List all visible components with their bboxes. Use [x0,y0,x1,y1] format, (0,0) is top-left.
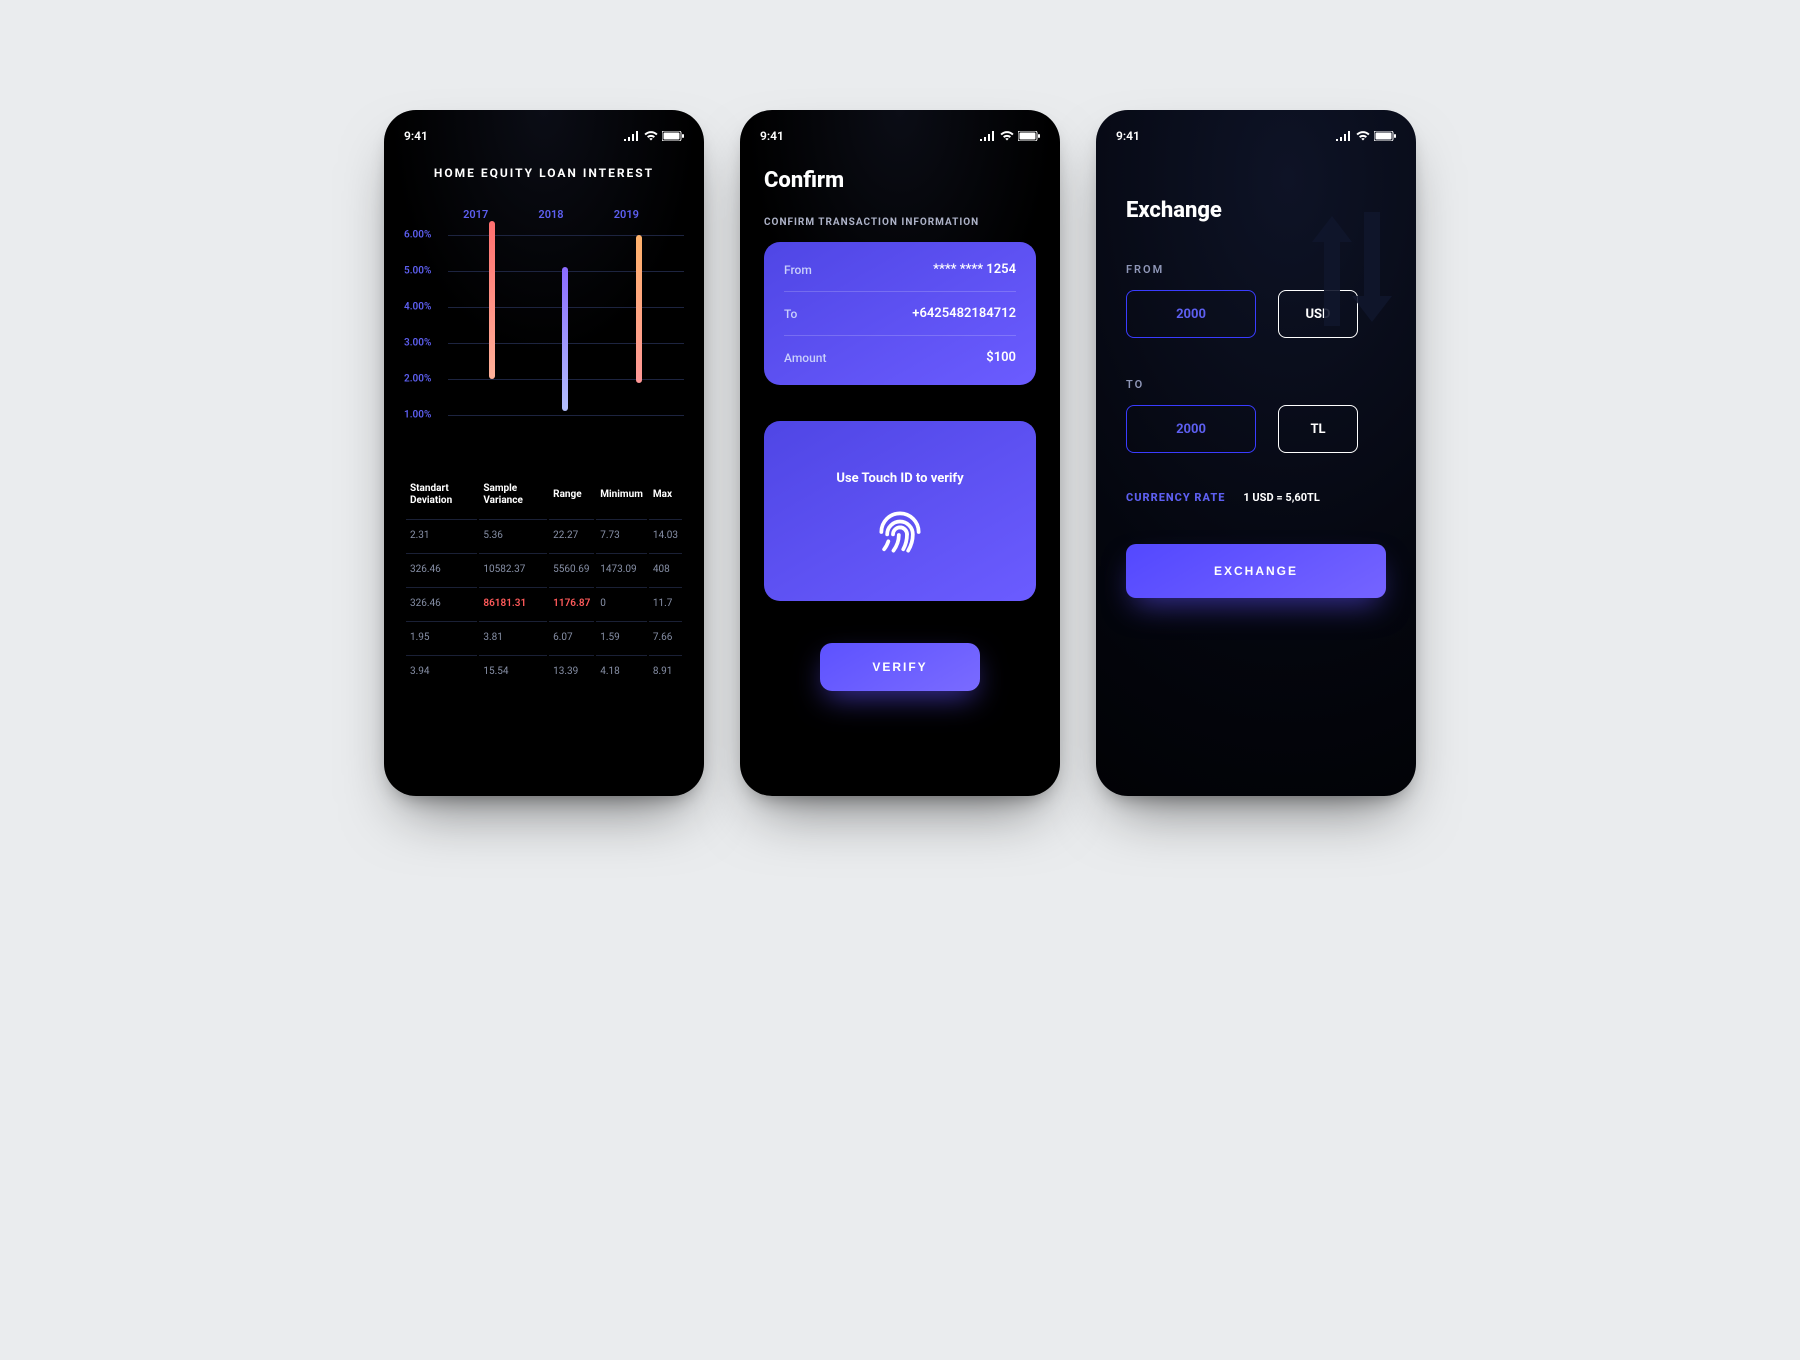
status-bar: 9:41 [1096,110,1416,150]
status-time: 9:41 [1116,129,1140,143]
y-tick: 4.00% [404,302,431,313]
battery-icon [1374,131,1396,141]
table-row: 2.315.3622.277.7314.03 [406,519,682,551]
table-cell: 1473.09 [596,553,647,585]
table-cell: 3.81 [479,621,547,653]
table-cell: 7.66 [649,621,682,653]
label: To [784,307,797,321]
wifi-icon [1356,131,1370,141]
table-cell: 86181.31 [479,587,547,619]
value: +642548218471​2 [912,306,1016,321]
screen-home-equity: 9:41 HOME EQUITY LOAN INTEREST 2017 2018… [384,110,704,796]
y-tick: 2.00% [404,374,431,385]
th: Range [549,477,594,517]
section-label: CONFIRM TRANSACTION INFORMATION [764,217,1036,228]
table-cell: 10582.37 [479,553,547,585]
page-title: HOME EQUITY LOAN INTEREST [384,166,704,180]
year-label: 2017 [463,208,488,221]
th: Sample Variance [479,477,547,517]
table-cell: 1176.87 [549,587,594,619]
card-row-amount: Amount $100 [784,335,1016,379]
transaction-card: From **** **** 1254 To +642548218471​2 A… [764,242,1036,385]
stats-table: Standart Deviation Sample Variance Range… [404,475,684,689]
signal-icon [1336,131,1352,141]
rate-value: 1 USD = 5,60TL [1243,491,1319,504]
bar-2017 [489,221,495,379]
table-row: 326.4686181.311176.87011.7 [406,587,682,619]
table-cell: 1.95 [406,621,477,653]
table-cell: 5.36 [479,519,547,551]
table-cell: 13.39 [549,655,594,687]
table-cell: 326.46 [406,553,477,585]
table-cell: 3.94 [406,655,477,687]
fingerprint-icon [872,504,928,560]
table-cell: 22.27 [549,519,594,551]
card-row-to: To +642548218471​2 [784,291,1016,335]
wifi-icon [1000,131,1014,141]
th: Max [649,477,682,517]
table-cell: 0 [596,587,647,619]
signal-icon [624,131,640,141]
table-cell: 15.54 [479,655,547,687]
exchange-arrows-icon [1302,184,1402,354]
gridline [448,415,684,416]
year-label: 2018 [538,208,563,221]
rate-label: CURRENCY RATE [1126,491,1225,504]
to-label: TO [1126,378,1386,391]
bar-2018 [562,267,568,411]
table-cell: 11.7 [649,587,682,619]
y-tick: 3.00% [404,338,431,349]
gridline [448,235,684,236]
screen-confirm: 9:41 Confirm CONFIRM TRANSACTION INFORMA… [740,110,1060,796]
chart-x-labels: 2017 2018 2019 [438,208,664,221]
table-cell: 14.03 [649,519,682,551]
screen-exchange: 9:41 Exchange FROM 2000 USD TO 2000 TL C [1096,110,1416,796]
to-amount-input[interactable]: 2000 [1126,405,1256,453]
battery-icon [662,131,684,141]
value: $100 [986,350,1016,365]
bar-2019 [636,235,642,383]
y-tick: 5.00% [404,266,431,277]
page-title: Confirm [764,168,1036,193]
table-cell: 7.73 [596,519,647,551]
status-time: 9:41 [760,129,784,143]
status-bar: 9:41 [384,110,704,150]
table-row: 1.953.816.071.597.66 [406,621,682,653]
status-icons [624,131,684,141]
status-bar: 9:41 [740,110,1060,150]
th: Standart Deviation [406,477,477,517]
currency-rate: CURRENCY RATE 1 USD = 5,60TL [1126,491,1386,504]
chart-area: 6.00% 5.00% 4.00% 3.00% 2.00% 1.00% [404,227,684,447]
battery-icon [1018,131,1040,141]
table-cell: 5560.69 [549,553,594,585]
from-amount-input[interactable]: 2000 [1126,290,1256,338]
status-icons [980,131,1040,141]
exchange-button[interactable]: EXCHANGE [1126,544,1386,598]
label: From [784,263,812,277]
table-cell: 4.18 [596,655,647,687]
status-icons [1336,131,1396,141]
status-time: 9:41 [404,129,428,143]
table-cell: 6.07 [549,621,594,653]
table-cell: 408 [649,553,682,585]
year-label: 2019 [614,208,639,221]
table-cell: 326.46 [406,587,477,619]
wifi-icon [644,131,658,141]
label: Amount [784,351,826,365]
y-tick: 1.00% [404,410,431,421]
table-row: 326.4610582.375560.691473.09408 [406,553,682,585]
table-cell: 1.59 [596,621,647,653]
signal-icon [980,131,996,141]
verify-button[interactable]: VERIFY [820,643,980,691]
to-currency-select[interactable]: TL [1278,405,1358,453]
touch-id-card[interactable]: Use Touch ID to verify [764,421,1036,601]
value: **** **** 1254 [933,262,1016,277]
table-cell: 2.31 [406,519,477,551]
card-row-from: From **** **** 1254 [784,248,1016,291]
y-tick: 6.00% [404,230,431,241]
th: Minimum [596,477,647,517]
table-row: 3.9415.5413.394.188.91 [406,655,682,687]
touch-id-label: Use Touch ID to verify [836,471,963,486]
table-cell: 8.91 [649,655,682,687]
